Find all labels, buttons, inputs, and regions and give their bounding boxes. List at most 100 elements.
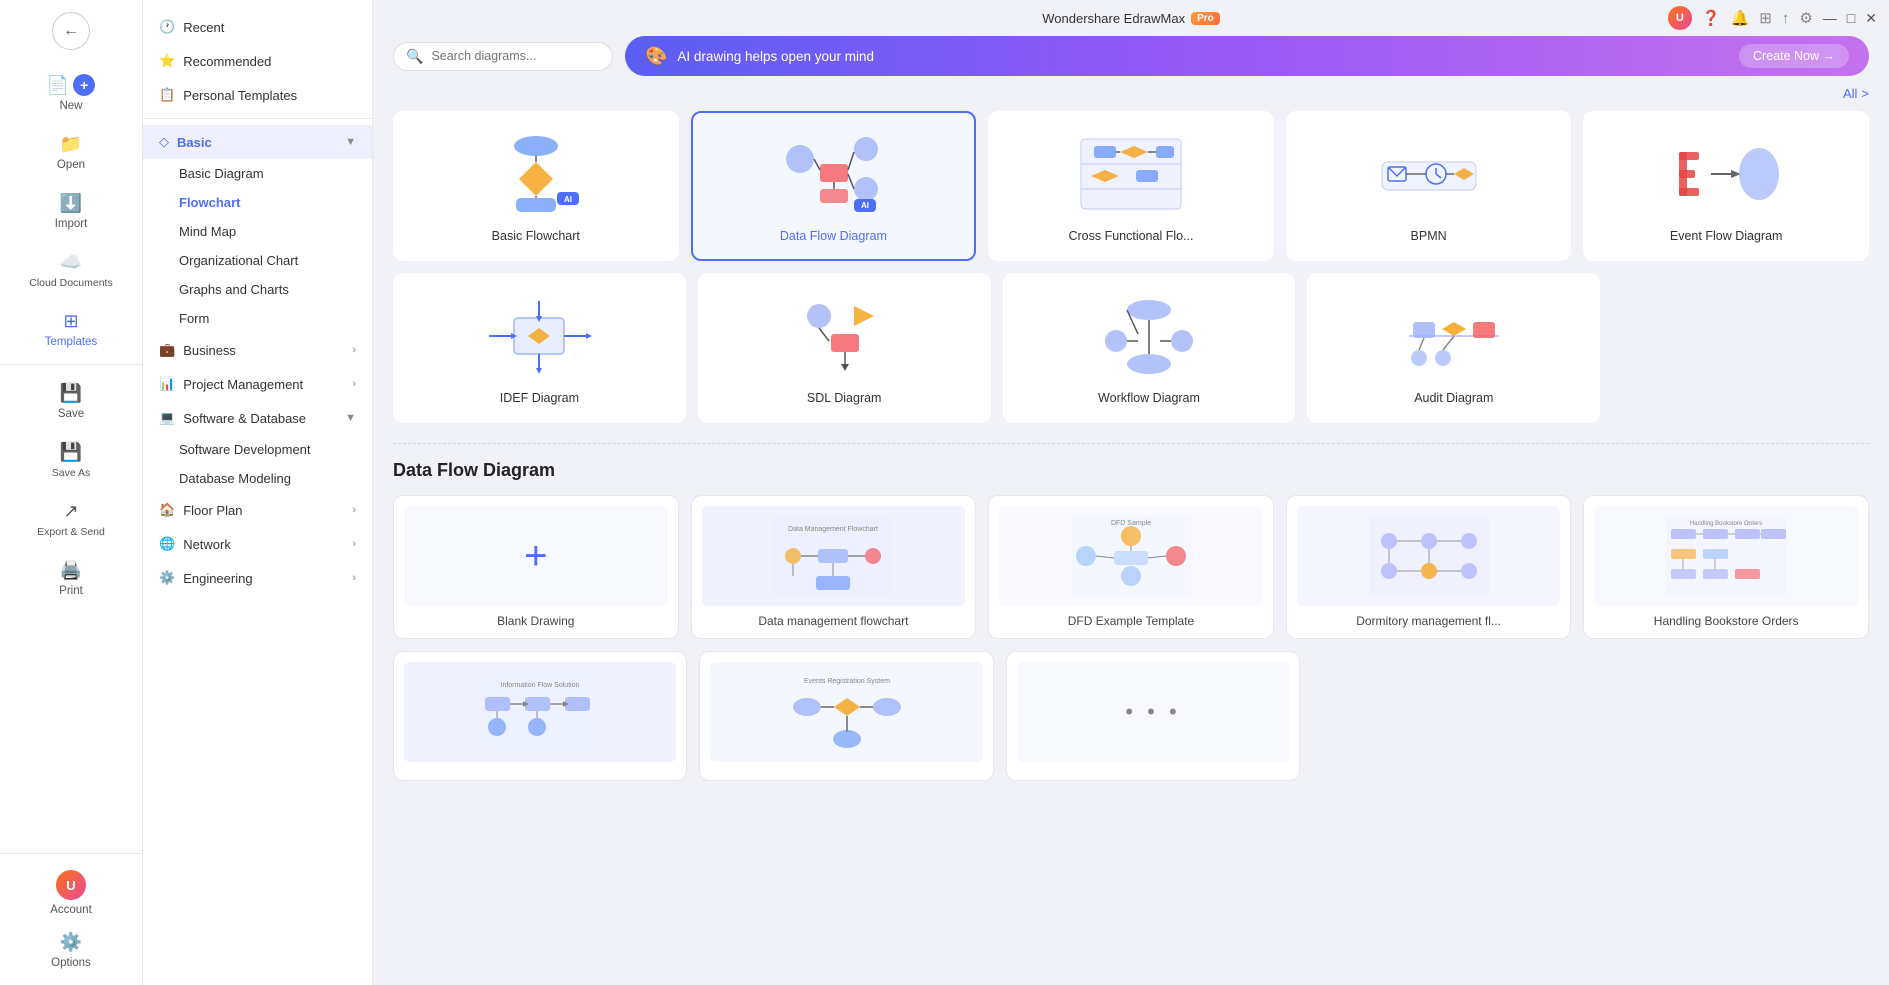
nav-software[interactable]: 💻 Software & Database ▼ [143,401,372,435]
new-with-plus: 📄 + [47,74,95,96]
template-data-mgmt[interactable]: Data Management Flowchart Data managemen… [691,495,977,639]
business-chevron: › [352,344,356,356]
template-dormitory[interactable]: Dormitory management fl... [1286,495,1572,639]
basic-flowchart-label: Basic Flowchart [492,229,580,243]
nav-business[interactable]: 💼 Business › [143,333,372,367]
diagram-card-basic-flowchart[interactable]: AI Basic Flowchart [393,111,679,261]
sub-mind-map[interactable]: Mind Map [143,217,372,246]
nav-network[interactable]: 🌐 Network › [143,527,372,561]
grid-icon[interactable]: ⊞ [1759,9,1772,27]
left-sidebar: ← 📄 + New 📁 Open ⬇️ Import ☁️ Cloud Docu… [0,0,143,985]
sidebar-item-open[interactable]: 📁 Open [6,124,136,179]
sidebar-item-options[interactable]: ⚙️ Options [0,924,142,977]
more-dots: • • • [1125,699,1180,725]
sidebar-item-new-label: New [59,100,82,112]
sub-flowchart[interactable]: Flowchart [143,188,372,217]
window-controls: U ❓ 🔔 ⊞ ↑ ⚙ — □ ✕ [1668,6,1877,30]
minimize-button[interactable]: — [1823,10,1837,26]
search-box[interactable]: 🔍 [393,42,613,71]
nav-personal[interactable]: 📋 Personal Templates [143,78,372,112]
close-button[interactable]: ✕ [1865,10,1877,27]
print-icon: 🖨️ [60,560,82,581]
sidebar-item-account[interactable]: U Account [0,862,142,924]
sidebar-item-import[interactable]: ⬇️ Import [6,183,136,238]
network-icon: 🌐 [159,536,175,552]
diagram-type-grid-row2: IDEF Diagram SDL Diagram [393,273,1869,423]
audit-img [1325,291,1582,381]
sidebar-item-export[interactable]: ↗ Export & Send [6,491,136,546]
business-label: Business [183,343,236,358]
nav-engineering[interactable]: ⚙️ Engineering › [143,561,372,595]
sidebar-item-save[interactable]: 💾 Save [6,373,136,428]
sidebar-item-templates[interactable]: ⊞ Templates [6,301,136,356]
sub-graphs[interactable]: Graphs and Charts [143,275,372,304]
bookstore-img: Handling Bookstore Orders [1594,506,1858,606]
diagram-card-audit[interactable]: Audit Diagram [1307,273,1600,423]
diagram-card-cross-functional[interactable]: Cross Functional Flo... [988,111,1274,261]
template-grid: + Blank Drawing Data Management Flowchar… [393,495,1869,639]
ai-icon: 🎨 [645,46,667,67]
create-now-button[interactable]: Create Now → [1739,44,1849,68]
settings-icon[interactable]: ⚙ [1799,9,1812,27]
empty-slot-2 [1312,651,1584,781]
sidebar-item-cloud[interactable]: ☁️ Cloud Documents [6,242,136,297]
idef-img [411,291,668,381]
upload-icon[interactable]: ↑ [1782,10,1790,27]
help-icon[interactable]: ❓ [1702,9,1721,27]
diagram-card-idef[interactable]: IDEF Diagram [393,273,686,423]
template-t6[interactable]: Information Flow Solution [393,651,687,781]
diagram-card-event-flow[interactable]: Event Flow Diagram [1583,111,1869,261]
sidebar-item-saveas[interactable]: 💾 Save As [6,432,136,487]
import-icon: ⬇️ [60,193,82,214]
more-img: • • • [1017,662,1289,762]
section-divider [393,443,1869,444]
avatar: U [56,870,86,900]
template-more[interactable]: • • • [1006,651,1300,781]
save-icon: 💾 [60,383,82,404]
sub-basic-diagram[interactable]: Basic Diagram [143,159,372,188]
sidebar-item-templates-label: Templates [45,336,97,348]
sdl-img [716,291,973,381]
bell-icon[interactable]: 🔔 [1731,9,1750,27]
sub-org-chart[interactable]: Organizational Chart [143,246,372,275]
back-button[interactable]: ← [52,12,90,50]
sub-form[interactable]: Form [143,304,372,333]
audit-label: Audit Diagram [1414,391,1493,405]
all-link[interactable]: All > [1843,86,1869,101]
ai-banner-text: AI drawing helps open your mind [677,49,874,64]
diagram-card-workflow[interactable]: Workflow Diagram [1003,273,1296,423]
diagram-card-sdl[interactable]: SDL Diagram [698,273,991,423]
idef-label: IDEF Diagram [500,391,579,405]
search-input[interactable] [431,49,600,63]
maximize-button[interactable]: □ [1847,10,1855,26]
user-avatar-top[interactable]: U [1668,6,1692,30]
back-button-area: ← [0,0,142,58]
nav-project[interactable]: 📊 Project Management › [143,367,372,401]
diagram-card-bpmn[interactable]: BPMN [1286,111,1572,261]
data-flow-img: AI [709,129,959,219]
nav-recent[interactable]: 🕐 Recent [143,10,372,44]
export-icon: ↗ [63,501,78,522]
svg-text:Information Flow Solution: Information Flow Solution [501,682,580,689]
bookstore-label: Handling Bookstore Orders [1654,614,1799,628]
diagram-card-data-flow[interactable]: AI Data Flow Diagram [691,111,977,261]
template-bookstore[interactable]: Handling Bookstore Orders [1583,495,1869,639]
template-blank[interactable]: + Blank Drawing [393,495,679,639]
sub-database[interactable]: Database Modeling [143,464,372,493]
template-t7[interactable]: Events Registration System [699,651,993,781]
sidebar-item-print[interactable]: 🖨️ Print [6,550,136,605]
dormitory-label: Dormitory management fl... [1356,614,1501,628]
nav-floor[interactable]: 🏠 Floor Plan › [143,493,372,527]
sidebar-item-new[interactable]: 📄 + New [6,64,136,120]
pro-badge: Pro [1191,12,1220,25]
sidebar-bottom: U Account ⚙️ Options [0,853,142,985]
sub-software-dev[interactable]: Software Development [143,435,372,464]
project-icon: 📊 [159,376,175,392]
sidebar-item-open-label: Open [57,159,85,171]
blank-plus-icon: + [524,534,547,579]
nav-basic[interactable]: ◇ Basic ▼ [143,125,372,159]
recommended-icon: ⭐ [159,53,175,69]
ai-banner: 🎨 AI drawing helps open your mind Create… [625,36,1869,76]
nav-recommended[interactable]: ⭐ Recommended [143,44,372,78]
template-dfd[interactable]: DFD Sample DFD Example Template [988,495,1274,639]
